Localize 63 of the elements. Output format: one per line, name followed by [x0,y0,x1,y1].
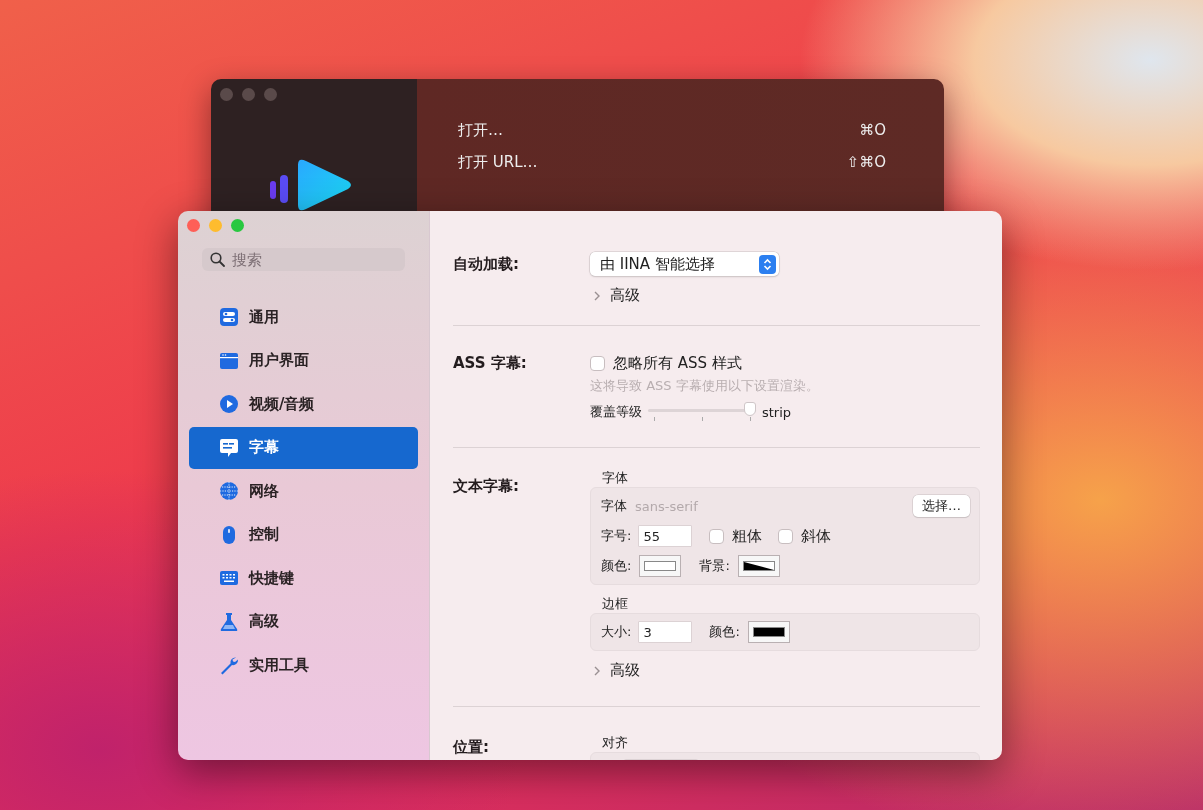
sidebar-item[interactable]: 高级 [189,600,418,643]
popup-button[interactable]: 由 IINA 智能选择 [590,252,779,276]
shortcut-text: ⌘O [859,121,886,139]
checkbox[interactable] [709,528,725,544]
close-button[interactable] [187,219,200,232]
minimize-button[interactable] [209,219,222,232]
field-label: 颜色: [709,623,740,641]
section-label: 自动加载: [453,254,520,275]
color-well[interactable] [737,555,780,577]
subtitle-bubble-icon [219,437,239,458]
field-label: 大小: [601,623,632,641]
checkbox-label: 粗体 [732,526,763,546]
field-label: 字号: [601,527,632,545]
sidebar-item[interactable]: 用户界面 [189,339,418,382]
size-field[interactable]: 3 [639,622,692,642]
font-value: sans-serif [635,498,699,514]
color-well[interactable] [747,621,790,643]
zoom-button[interactable] [264,88,277,101]
close-button[interactable] [220,88,233,101]
stepper-icon [759,254,776,274]
sidebar-item[interactable]: 通用 [189,296,418,339]
checkbox[interactable] [590,356,605,371]
chevron-icon [593,664,601,677]
choose-button[interactable]: 选择… [913,495,970,517]
field-label: 背景: [699,557,730,575]
group-title: 对齐 [601,734,629,752]
checkbox[interactable] [778,528,794,544]
sidebar-item[interactable]: 控制 [189,513,418,556]
zoom-button[interactable] [231,219,244,232]
globe-icon [219,481,239,502]
wrench-icon [219,655,239,676]
sidebar-item[interactable]: 视频/音频 [189,383,418,426]
checkbox-label: 斜体 [801,526,832,546]
field-label: 颜色: [601,557,632,575]
slider-track[interactable] [648,401,756,423]
section-label: 位置: [453,737,490,758]
sidebar-item[interactable]: 实用工具 [189,644,418,687]
menu-item[interactable]: 打开… [458,120,503,140]
section-label: ASS 字幕: [453,354,528,374]
checkbox-label: 忽略所有 ASS 样式 [613,354,742,373]
minimize-button[interactable] [242,88,255,101]
flask-icon [219,611,239,632]
field-label: 字体 [601,497,627,515]
sidebar-item[interactable]: 字幕 [189,426,418,469]
sidebar-item[interactable]: 快捷键 [189,557,418,600]
disclosure-toggle[interactable]: 高级 [590,661,980,680]
slider-label: 覆盖等级 [590,403,642,421]
slider-thumb[interactable] [744,402,756,416]
sidebar-item[interactable]: 网络 [189,470,418,513]
chevron-icon [593,289,601,302]
group-title: 边框 [601,595,629,613]
window-icon [219,350,239,371]
size-field[interactable]: 55 [639,526,692,546]
menu-item[interactable]: 打开 URL… [458,152,538,172]
section-label: 文本字幕: [453,476,520,497]
search-field[interactable]: 搜索 [202,248,405,271]
color-well[interactable] [639,555,682,577]
toggles-icon [219,307,239,328]
shortcut-text: ⇧⌘O [846,153,886,171]
slider-value: strip [762,404,792,420]
disclosure-toggle[interactable]: 高级 [590,286,980,305]
group-title: 字体 [601,469,629,487]
play-icon [219,394,239,415]
